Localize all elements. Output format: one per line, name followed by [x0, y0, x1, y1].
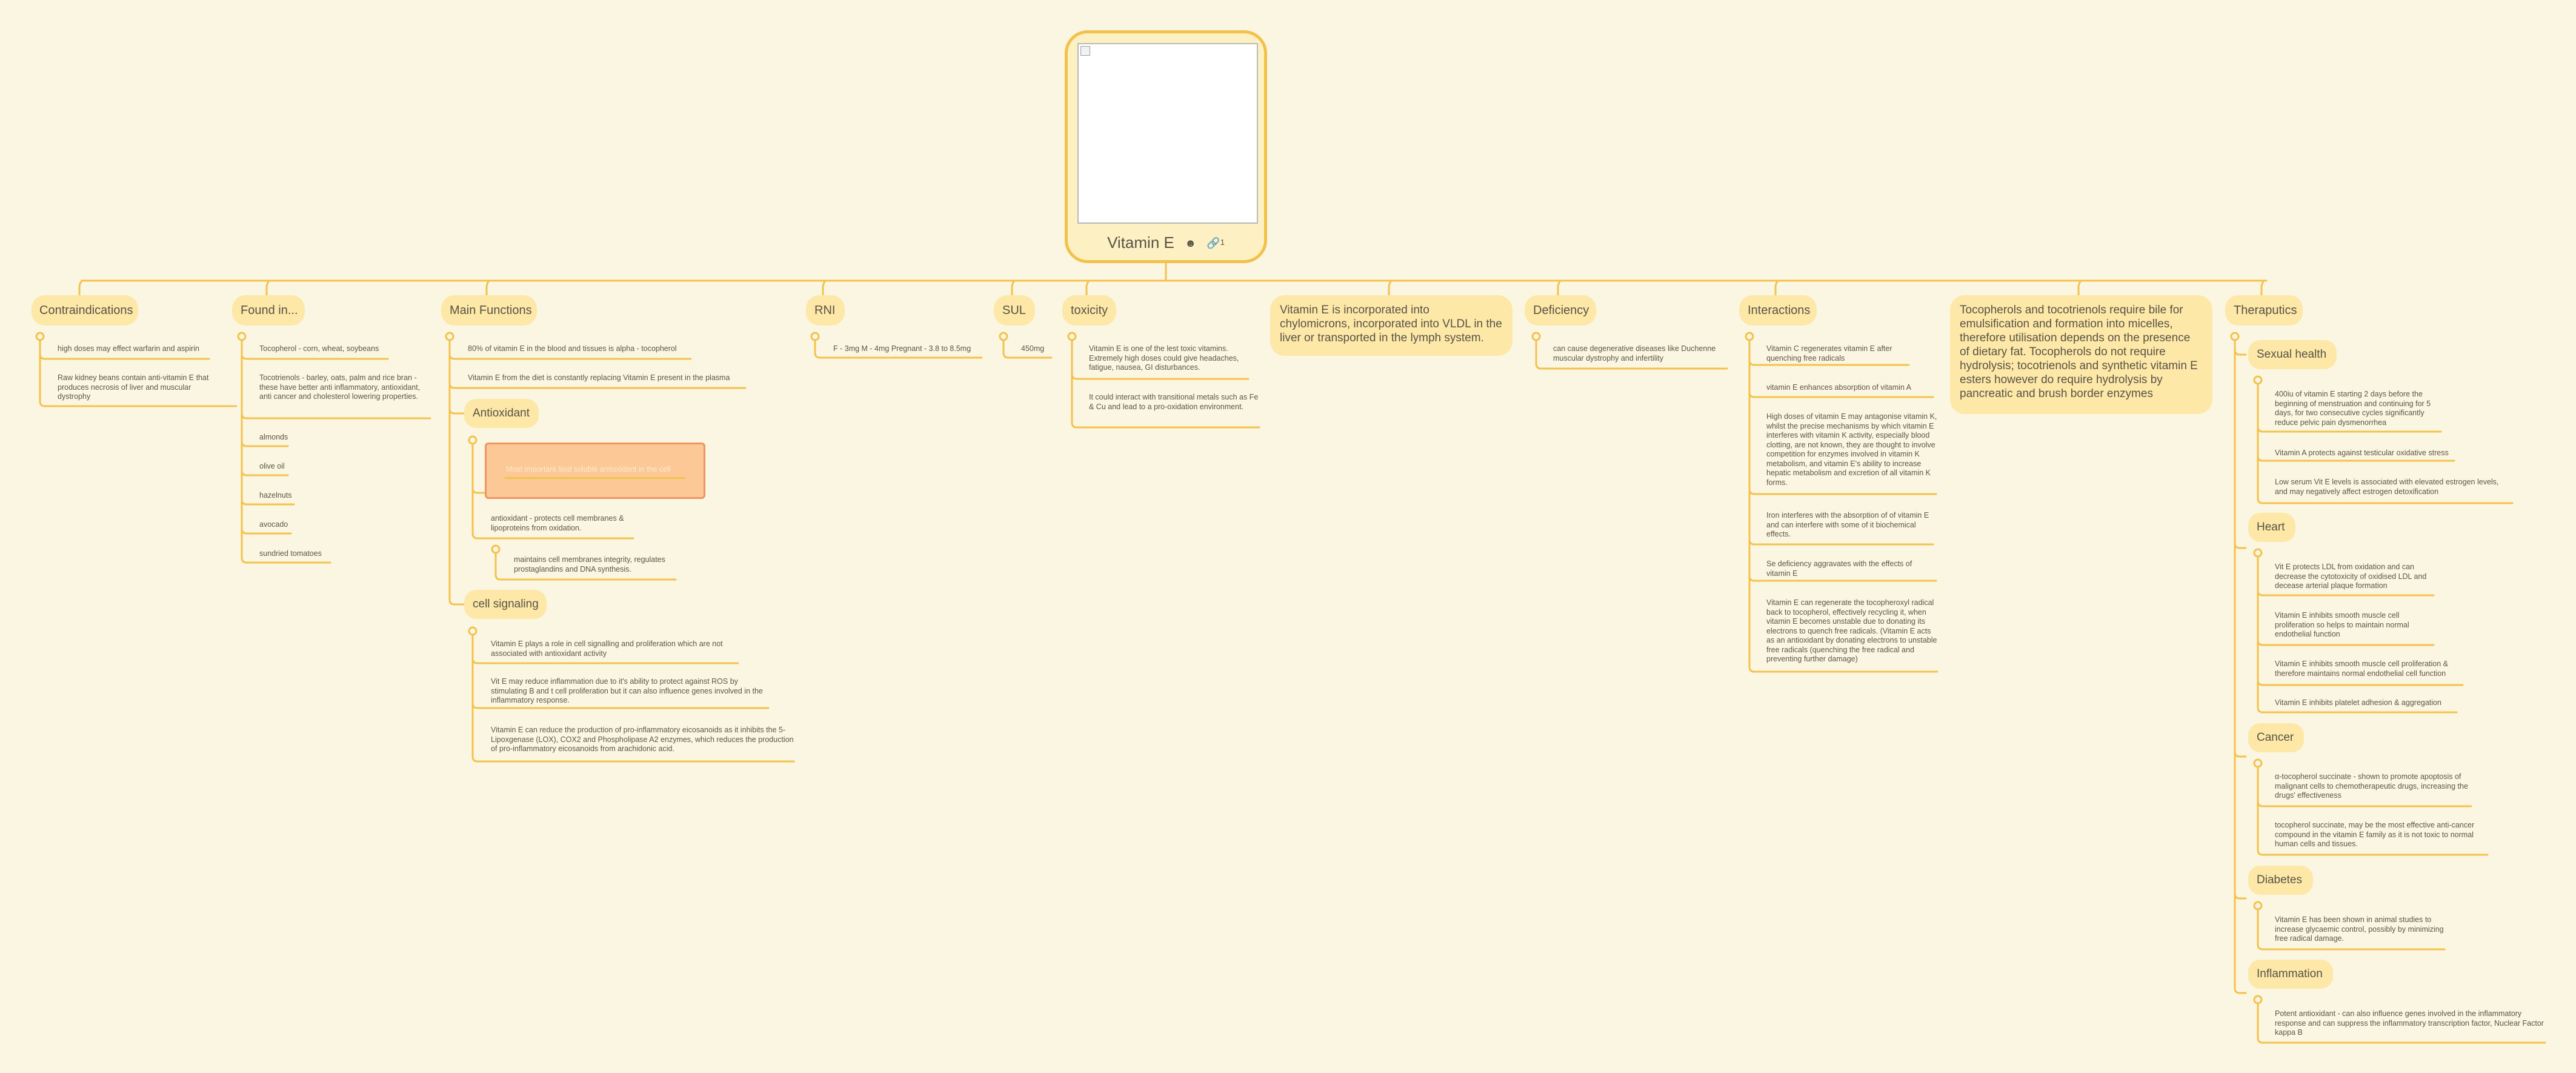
subtopic-cell-signaling[interactable]: cell signaling	[464, 590, 547, 619]
collapse-handle[interactable]	[35, 332, 45, 341]
link-icon[interactable]: 🔗1	[1206, 237, 1225, 249]
topic-deficiency[interactable]: Deficiency	[1525, 295, 1596, 326]
leaf-interactions-3: High doses of vitamin E may antagonise v…	[1766, 412, 1937, 487]
highlight-text: Most important lipid soluble antioxidant…	[506, 465, 671, 473]
leaf-interactions-6: Vitamin E can regenerate the tocopheroxy…	[1766, 598, 1937, 663]
leaf-found-in-3: almonds	[259, 433, 288, 441]
topic-interactions[interactable]: Interactions	[1739, 295, 1817, 326]
leaf-antioxidant-2: maintains cell membranes integrity, regu…	[514, 555, 665, 573]
leaf-found-in-1: Tocopherol - corn, wheat, soybeans	[259, 344, 379, 353]
broken-image-icon	[1080, 46, 1090, 56]
highlight-underline	[505, 477, 685, 479]
leaf-sul-1: 450mg	[1021, 344, 1045, 353]
topic-bile-emulsification[interactable]: Tocopherols and tocotrienols require bil…	[1950, 295, 2212, 414]
collapse-handle[interactable]	[2253, 758, 2263, 768]
leaf-diabetes-1: Vitamin E has been shown in animal studi…	[2275, 915, 2444, 943]
collapse-handle[interactable]	[491, 544, 501, 554]
leaf-interactions-1: Vitamin C regenerates vitamin E after qu…	[1766, 344, 1892, 363]
topic-main-functions[interactable]: Main Functions	[441, 295, 537, 326]
collapse-handle[interactable]	[2230, 332, 2240, 341]
leaf-heart-1: Vit E protects LDL from oxidation and ca…	[2275, 563, 2427, 590]
leaf-found-in-6: avocado	[259, 520, 288, 529]
leaf-antioxidant-1: antioxidant - protects cell membranes & …	[491, 514, 624, 532]
leaf-main-functions-1: 80% of vitamin E in the blood and tissue…	[468, 344, 677, 353]
topic-sul[interactable]: SUL	[994, 295, 1035, 326]
highlight-most-important-antioxidant[interactable]: Most important lipid soluble antioxidant…	[485, 443, 705, 499]
topic-rni[interactable]: RNI	[806, 295, 845, 326]
collapse-handle[interactable]	[999, 332, 1008, 341]
leaf-heart-3: Vitamin E inhibits smooth muscle cell pr…	[2275, 660, 2449, 678]
subtopic-antioxidant[interactable]: Antioxidant	[464, 399, 539, 428]
leaf-sexual-health-2: Vitamin A protects against testicular ox…	[2275, 449, 2449, 457]
root-topic[interactable]: Vitamin E ☻ 🔗1	[1065, 30, 1267, 263]
collapse-handle[interactable]	[237, 332, 247, 341]
leaf-inflammation-1: Potent antioxidant - can also influence …	[2275, 1009, 2544, 1037]
collapse-handle[interactable]	[445, 332, 454, 341]
link-count: 1	[1220, 238, 1225, 247]
leaf-toxicity-1: Vitamin E is one of the lest toxic vitam…	[1089, 344, 1239, 372]
leaf-toxicity-2: It could interact with transitional meta…	[1089, 393, 1259, 411]
leaf-main-functions-2: Vitamin E from the diet is constantly re…	[468, 373, 730, 382]
leaf-found-in-4: olive oil	[259, 462, 285, 470]
collapse-handle[interactable]	[2253, 901, 2263, 911]
topic-toxicity[interactable]: toxicity	[1062, 295, 1116, 326]
subtopic-sexual-health[interactable]: Sexual health	[2248, 340, 2337, 369]
leaf-cell-signaling-2: Vit E may reduce inflammation due to it'…	[491, 677, 763, 704]
leaf-cell-signaling-1: Vitamin E plays a role in cell signallin…	[491, 640, 723, 658]
leaf-interactions-5: Se deficiency aggravates with the effect…	[1766, 560, 1912, 578]
collapse-handle[interactable]	[1067, 332, 1077, 341]
leaf-heart-4: Vitamin E inhibits platelet adhesion & a…	[2275, 698, 2441, 707]
leaf-sexual-health-3: Low serum Vit E levels is associated wit…	[2275, 478, 2499, 496]
leaf-cancer-1: α-tocopherol succinate - shown to promot…	[2275, 772, 2468, 800]
collapse-handle[interactable]	[2253, 548, 2263, 558]
collapse-handle[interactable]	[1745, 332, 1754, 341]
subtopic-diabetes[interactable]: Diabetes	[2248, 866, 2313, 895]
leaf-interactions-2: vitamin E enhances absorption of vitamin…	[1766, 383, 1912, 392]
subtopic-cancer[interactable]: Cancer	[2248, 723, 2304, 752]
subtopic-heart[interactable]: Heart	[2248, 513, 2295, 542]
topic-contraindications[interactable]: Contraindications	[32, 295, 138, 326]
root-image	[1077, 43, 1258, 224]
leaf-interactions-4: Iron interferes with the absorption of o…	[1766, 511, 1929, 538]
leaf-found-in-7: sundried tomatoes	[259, 549, 322, 558]
collapse-handle[interactable]	[1531, 332, 1541, 341]
collapse-handle[interactable]	[2253, 995, 2263, 1004]
leaf-deficiency-1: can cause degenerative diseases like Duc…	[1553, 344, 1716, 363]
root-title: Vitamin E	[1107, 233, 1174, 252]
topic-found-in[interactable]: Found in...	[232, 295, 305, 326]
topic-therapeutics[interactable]: Theraputics	[2225, 295, 2303, 326]
mask-icon[interactable]: ☻	[1185, 237, 1196, 249]
leaf-contraindications-1: high doses may effect warfarin and aspir…	[58, 344, 199, 353]
collapse-handle[interactable]	[810, 332, 820, 341]
subtopic-inflammation[interactable]: Inflammation	[2248, 960, 2333, 989]
topic-chylomicrons[interactable]: Vitamin E is incorporated into chylomicr…	[1270, 295, 1513, 356]
leaf-heart-2: Vitamin E inhibits smooth muscle cell pr…	[2275, 611, 2409, 638]
leaf-cell-signaling-3: Vitamin E can reduce the production of p…	[491, 726, 794, 753]
collapse-handle[interactable]	[468, 435, 478, 445]
leaf-cancer-2: tocopherol succinate, may be the most ef…	[2275, 821, 2475, 848]
leaf-rni-1: F - 3mg M - 4mg Pregnant - 3.8 to 8.5mg	[833, 344, 971, 353]
collapse-handle[interactable]	[468, 626, 478, 636]
leaf-found-in-5: hazelnuts	[259, 491, 292, 500]
leaf-contraindications-2: Raw kidney beans contain anti-vitamin E …	[58, 373, 209, 401]
collapse-handle[interactable]	[2253, 375, 2263, 385]
leaf-sexual-health-1: 400iu of vitamin E starting 2 days befor…	[2275, 390, 2431, 427]
leaf-found-in-2: Tocotrienols - barley, oats, palm and ri…	[259, 373, 421, 401]
connector-lines	[35, 262, 2546, 1044]
